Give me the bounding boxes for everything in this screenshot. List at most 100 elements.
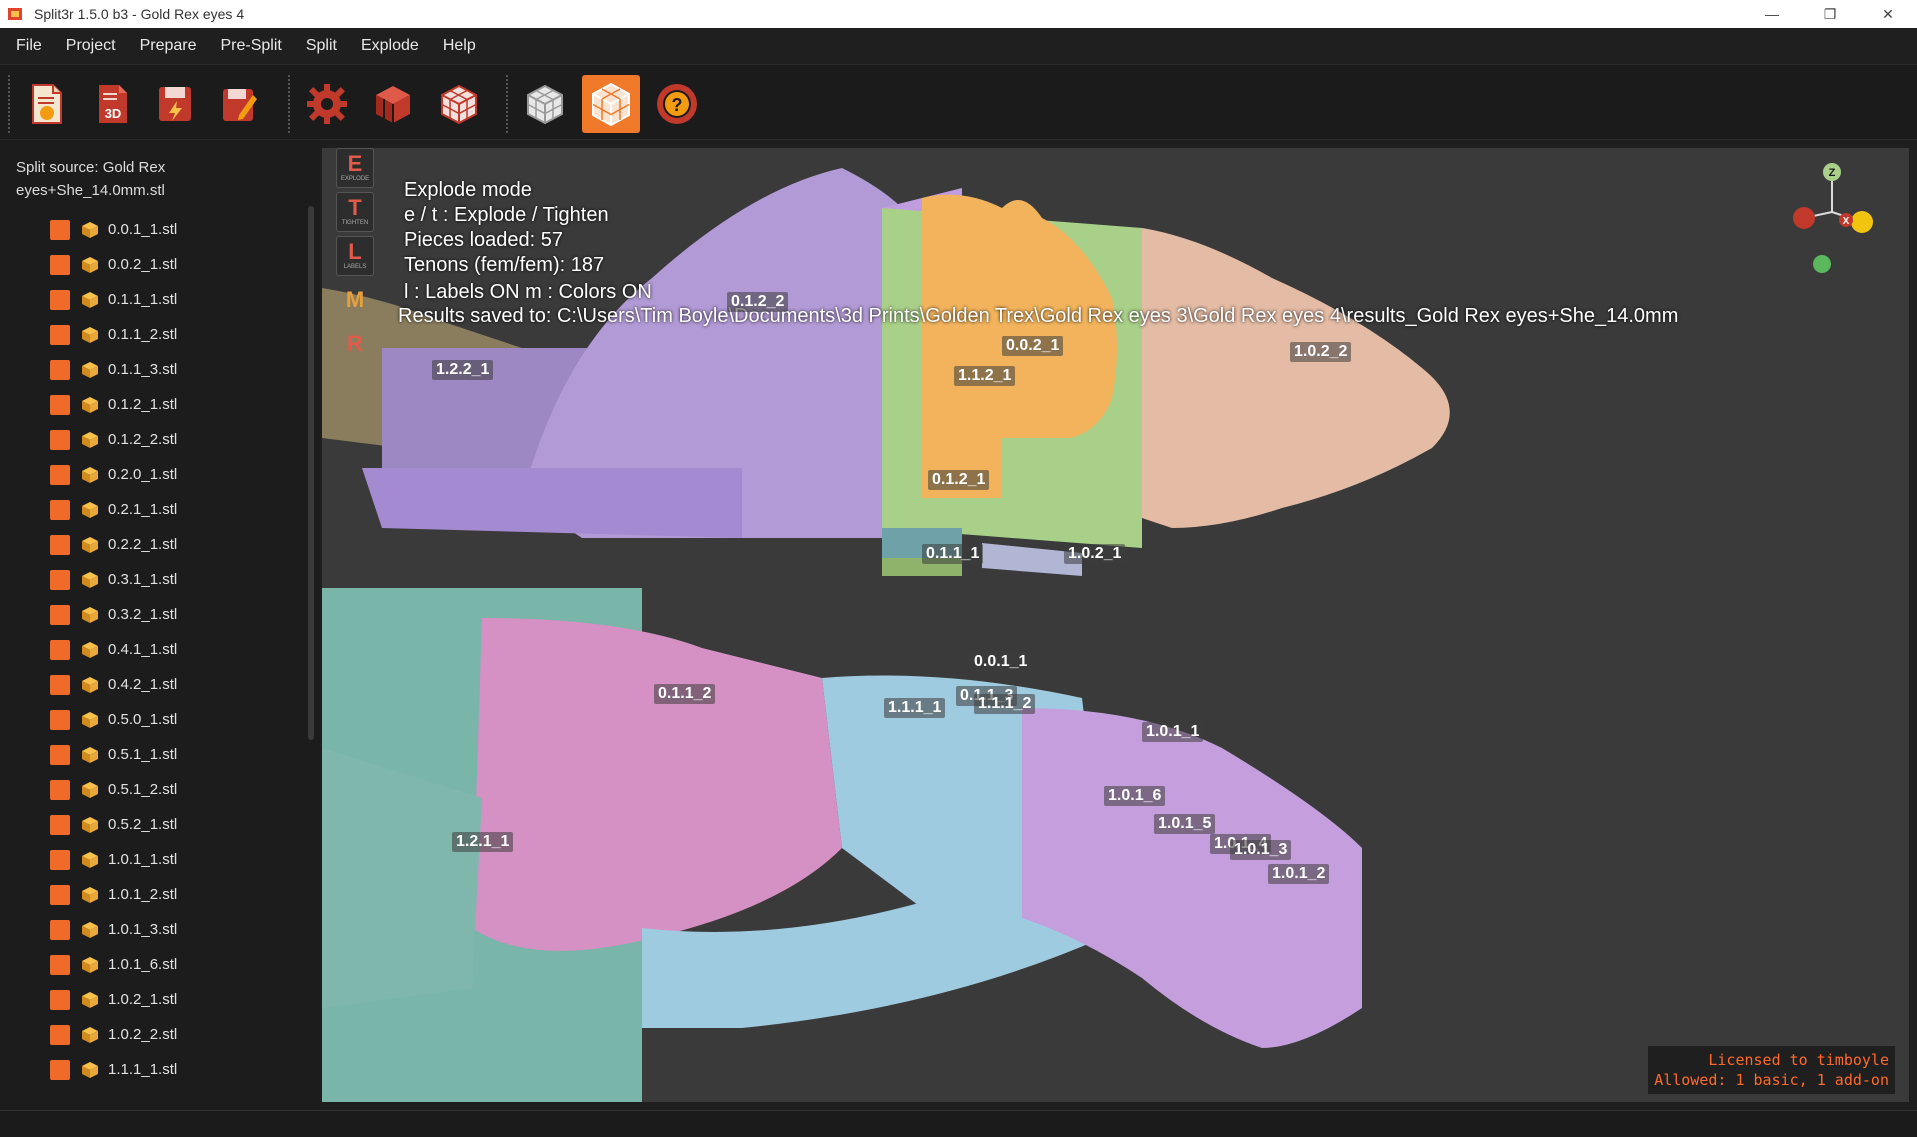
cube-icon	[82, 326, 98, 343]
visibility-checkbox[interactable]	[50, 569, 70, 590]
visibility-checkbox[interactable]	[50, 989, 70, 1010]
visibility-checkbox[interactable]	[50, 604, 70, 625]
tighten-mode-caption: TIGHTEN	[341, 220, 369, 226]
file-name: 1.0.1_3.stl	[108, 921, 178, 938]
restore-button[interactable]: ❐	[1801, 0, 1859, 28]
new-project-button[interactable]	[18, 75, 76, 133]
visibility-checkbox[interactable]	[50, 464, 70, 485]
file-list-item[interactable]: 1.0.1_6.stl	[0, 947, 300, 982]
visibility-checkbox[interactable]	[50, 744, 70, 765]
menu-file[interactable]: File	[4, 28, 54, 64]
file-list-item[interactable]: 0.2.0_1.stl	[0, 457, 300, 492]
file-list-item[interactable]: 0.1.1_3.stl	[0, 352, 300, 387]
file-list-item[interactable]: 1.1.1_1.stl	[0, 1052, 300, 1087]
file-list-item[interactable]: 0.2.2_1.stl	[0, 527, 300, 562]
menu-explode[interactable]: Explode	[349, 28, 431, 64]
explode-mode-button[interactable]: E EXPLODE	[336, 148, 374, 188]
part-label: 0.0.1_1	[970, 652, 1032, 672]
visibility-checkbox[interactable]	[50, 499, 70, 520]
file-list-item[interactable]: 0.3.2_1.stl	[0, 597, 300, 632]
file-list-item[interactable]: 1.0.2_1.stl	[0, 982, 300, 1017]
grid-cube-button[interactable]	[430, 75, 488, 133]
visibility-checkbox[interactable]	[50, 814, 70, 835]
info-tenons: Tenons (fem/fem): 187	[404, 254, 605, 276]
visibility-checkbox[interactable]	[50, 779, 70, 800]
file-list: 0.0.1_1.stl 0.0.2_1.stl 0.1.1_1.stl 0.1.1_2…	[0, 212, 300, 1087]
file-list-item[interactable]: 1.0.1_3.stl	[0, 912, 300, 947]
sidebar-scrollbar[interactable]	[308, 206, 314, 740]
explode-mode-caption: EXPLODE	[340, 176, 370, 182]
explode-cube-icon	[592, 82, 630, 127]
close-button[interactable]: ✕	[1859, 0, 1917, 28]
file-list-item[interactable]: 0.5.1_2.stl	[0, 772, 300, 807]
visibility-checkbox[interactable]	[50, 709, 70, 730]
cube-icon	[82, 1026, 98, 1043]
file-list-item[interactable]: 0.1.1_1.stl	[0, 282, 300, 317]
minimize-button[interactable]: —	[1743, 0, 1801, 28]
file-list-item[interactable]: 1.0.1_1.stl	[0, 842, 300, 877]
file-list-item[interactable]: 1.0.2_2.stl	[0, 1017, 300, 1052]
file-list-item[interactable]: 0.3.1_1.stl	[0, 562, 300, 597]
part-label: 0.1.1_2	[654, 684, 716, 704]
file-list-item[interactable]: 0.0.1_1.stl	[0, 212, 300, 247]
file-name: 0.0.2_1.stl	[108, 256, 178, 273]
part-label: 1.0.2_1	[1064, 544, 1126, 564]
3d-viewport[interactable]: E EXPLODE T TIGHTEN L LABELS M R Explode…	[322, 148, 1909, 1102]
menu-split[interactable]: Split	[294, 28, 349, 64]
file-list-item[interactable]: 0.1.2_2.stl	[0, 422, 300, 457]
file-list-item[interactable]: 1.0.1_2.stl	[0, 877, 300, 912]
menu-help[interactable]: Help	[431, 28, 488, 64]
visibility-checkbox[interactable]	[50, 219, 70, 240]
status-bar	[0, 1110, 1917, 1137]
visibility-checkbox[interactable]	[50, 289, 70, 310]
file-list-item[interactable]: 0.4.1_1.stl	[0, 632, 300, 667]
visibility-checkbox[interactable]	[50, 394, 70, 415]
cube-icon	[82, 606, 98, 623]
visibility-checkbox[interactable]	[50, 1024, 70, 1045]
file-list-item[interactable]: 0.5.0_1.stl	[0, 702, 300, 737]
save-button[interactable]	[146, 75, 204, 133]
settings-button[interactable]	[298, 75, 356, 133]
file-name: 0.1.2_1.stl	[108, 396, 178, 413]
menu-pre-split[interactable]: Pre-Split	[209, 28, 294, 64]
explode-view-button[interactable]	[582, 75, 640, 133]
file-list-item[interactable]: 0.1.2_1.stl	[0, 387, 300, 422]
visibility-checkbox[interactable]	[50, 849, 70, 870]
visibility-checkbox[interactable]	[50, 884, 70, 905]
file-name: 0.5.2_1.stl	[108, 816, 178, 833]
file-list-item[interactable]: 0.2.1_1.stl	[0, 492, 300, 527]
save-as-button[interactable]	[210, 75, 268, 133]
visibility-checkbox[interactable]	[50, 324, 70, 345]
split-cube-button[interactable]	[364, 75, 422, 133]
visibility-checkbox[interactable]	[50, 954, 70, 975]
labels-mode-button[interactable]: L LABELS	[336, 236, 374, 276]
visibility-checkbox[interactable]	[50, 534, 70, 555]
file-list-item[interactable]: 0.5.1_1.stl	[0, 737, 300, 772]
visibility-checkbox[interactable]	[50, 674, 70, 695]
visibility-checkbox[interactable]	[50, 1059, 70, 1080]
visibility-checkbox[interactable]	[50, 254, 70, 275]
file-name: 0.2.1_1.stl	[108, 501, 178, 518]
reset-mode-button[interactable]: R	[336, 324, 374, 364]
visibility-checkbox[interactable]	[50, 639, 70, 660]
file-list-item[interactable]: 0.4.2_1.stl	[0, 667, 300, 702]
help-button[interactable]: ?	[648, 75, 706, 133]
file-list-item[interactable]: 0.0.2_1.stl	[0, 247, 300, 282]
file-list-item[interactable]: 0.1.1_2.stl	[0, 317, 300, 352]
visibility-checkbox[interactable]	[50, 429, 70, 450]
tighten-mode-button[interactable]: T TIGHTEN	[336, 192, 374, 232]
menu-project[interactable]: Project	[54, 28, 128, 64]
file-name: 0.1.1_1.stl	[108, 291, 178, 308]
colors-mode-button[interactable]: M	[336, 280, 374, 320]
part-label: 1.0.1_5	[1154, 814, 1216, 834]
cube-icon	[82, 1061, 98, 1078]
menu-prepare[interactable]: Prepare	[128, 28, 209, 64]
split-source-label: Split source: Gold Rex eyes+She_14.0mm.s…	[16, 159, 166, 199]
file-list-item[interactable]: 0.5.2_1.stl	[0, 807, 300, 842]
open-3d-button[interactable]: 3D	[82, 75, 140, 133]
view-grid-button[interactable]	[516, 75, 574, 133]
visibility-checkbox[interactable]	[50, 359, 70, 380]
visibility-checkbox[interactable]	[50, 919, 70, 940]
part-label: 0.0.2_1	[1002, 336, 1064, 356]
file-name: 0.2.2_1.stl	[108, 536, 178, 553]
